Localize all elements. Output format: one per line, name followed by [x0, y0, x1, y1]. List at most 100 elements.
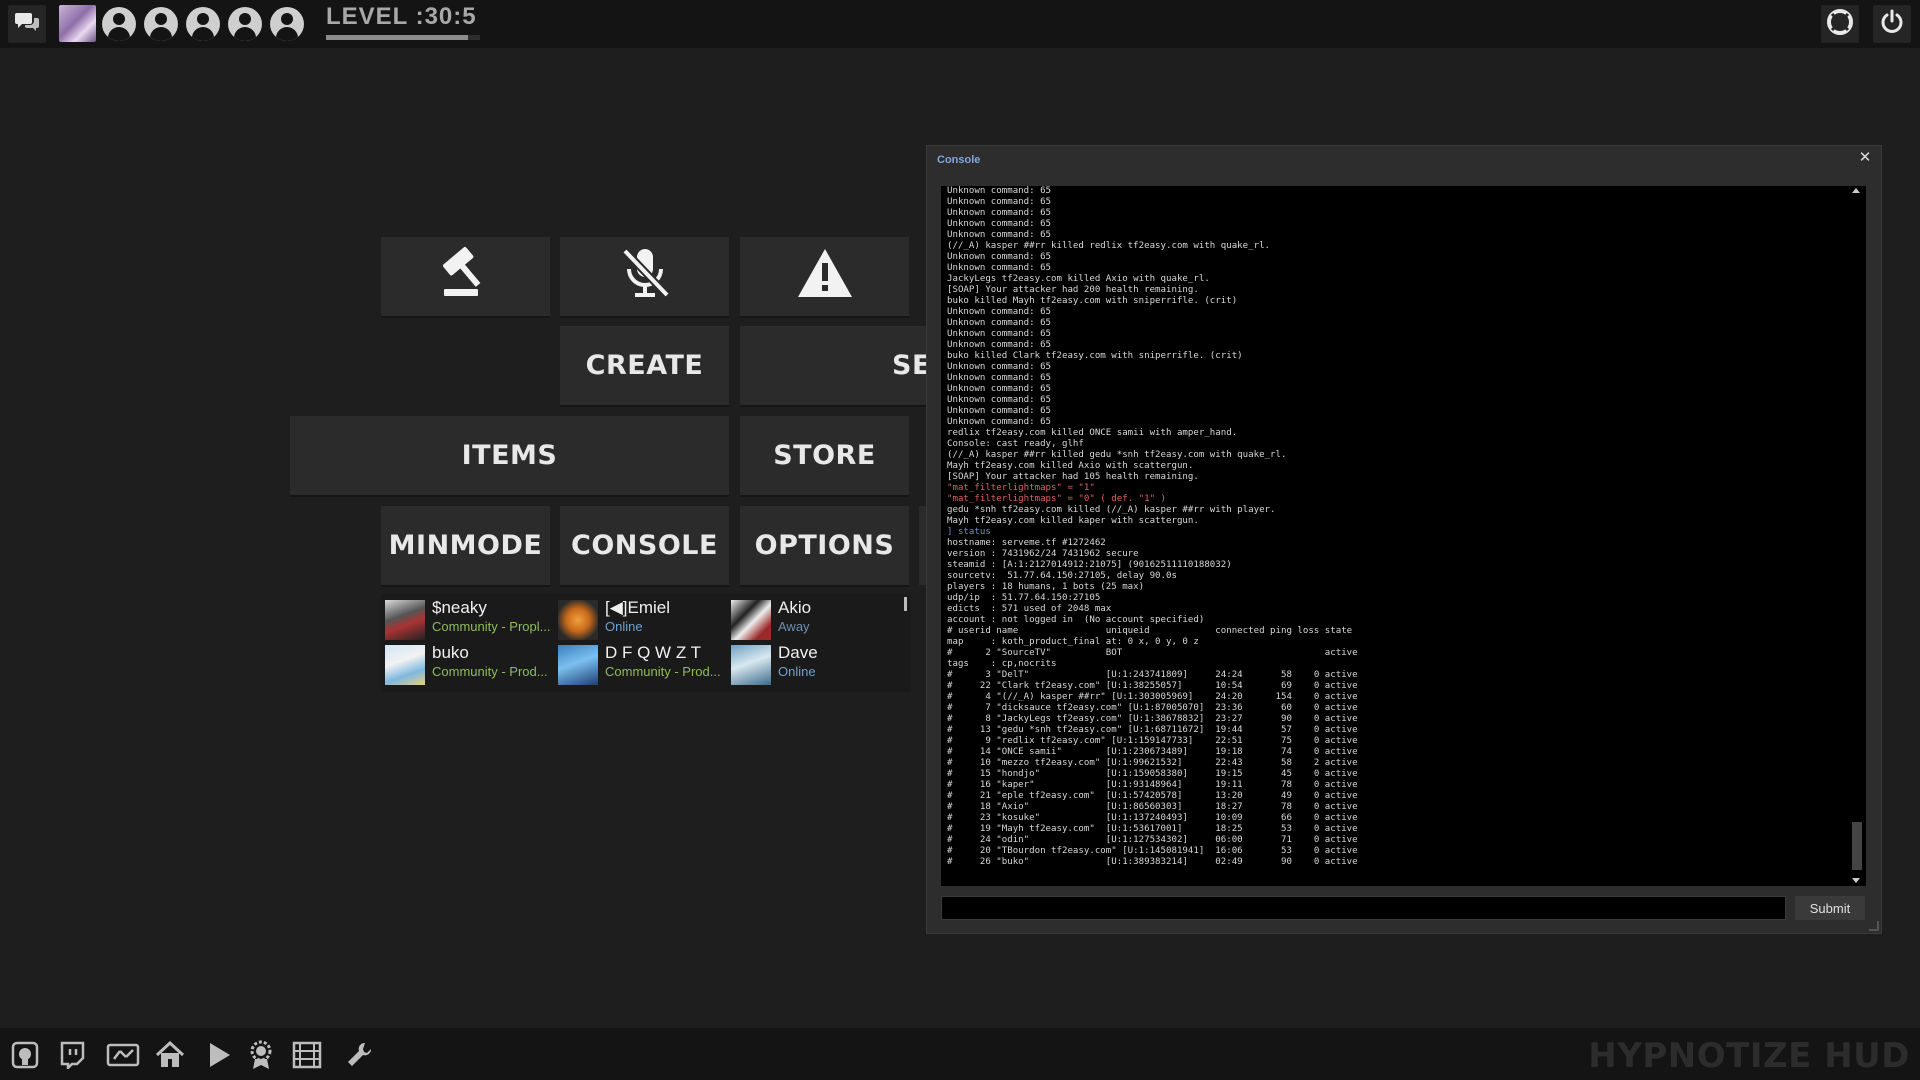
muted-microphone-icon	[615, 245, 675, 308]
bottom-bar: HYPNOTIZE HUD	[0, 1028, 1920, 1080]
warning-button[interactable]	[740, 237, 909, 316]
gavel-icon	[436, 245, 496, 308]
achievements-button[interactable]	[1821, 5, 1859, 43]
console-scrollbar[interactable]	[1848, 186, 1866, 886]
friend-entry[interactable]: $neaky Community - Propl...	[381, 594, 553, 640]
console-line: # 23 "kosuke" [U:1:137240493] 10:09 66 0…	[947, 813, 1358, 823]
console-line: [SOAP] Your attacker had 105 health rema…	[947, 472, 1199, 482]
friend-status: Online	[605, 619, 643, 634]
friends-scrollbar[interactable]	[904, 597, 907, 611]
console-line: # 19 "Mayh tf2easy.com" [U:1:53617001] 1…	[947, 824, 1358, 834]
friend-avatar	[385, 645, 425, 685]
chat-button[interactable]	[8, 5, 46, 43]
console-line: # 9 "redlix tf2easy.com" [U:1:159147733]…	[947, 736, 1358, 746]
friend-avatar	[558, 645, 598, 685]
github-icon[interactable]	[10, 1040, 40, 1070]
console-line: Unknown command: 65	[947, 252, 1052, 262]
party-slot-empty[interactable]	[144, 7, 178, 41]
friend-name: Dave	[778, 643, 818, 662]
wrench-icon[interactable]	[344, 1040, 374, 1070]
console-line: Unknown command: 65	[947, 208, 1052, 218]
report-button[interactable]	[381, 237, 550, 316]
lifebuoy-icon	[1827, 8, 1853, 40]
friend-status: Community - Prod...	[605, 664, 721, 679]
console-line: Unknown command: 65	[947, 307, 1052, 317]
friend-entry[interactable]: [◀]Emiel Online	[554, 594, 726, 640]
player-level: LEVEL :30:5	[326, 3, 477, 30]
party-slot-empty[interactable]	[270, 7, 304, 41]
console-line: sourcetv: 51.77.64.150:27105, delay 90.0…	[947, 571, 1177, 581]
store-button[interactable]: STORE	[740, 416, 909, 495]
console-line: # 13 "gedu *snh tf2easy.com" [U:1:687116…	[947, 725, 1358, 735]
console-line: "mat_filterlightmaps" = "0" ( def. "1" )	[947, 494, 1166, 504]
console-line: # 22 "Clark tf2easy.com" [U:1:38255057] …	[947, 681, 1358, 691]
friend-entry[interactable]: buko Community - Prod...	[381, 639, 553, 685]
friends-list: $neaky Community - Propl... [◀]Emiel Onl…	[381, 594, 911, 692]
home-icon[interactable]	[155, 1040, 185, 1070]
friend-status: Away	[778, 619, 810, 634]
options-button[interactable]: OPTIONS	[740, 506, 909, 585]
hud-brand-watermark: HYPNOTIZE HUD	[1588, 1036, 1910, 1076]
server-browser-icon[interactable]	[106, 1040, 140, 1070]
party-slot-empty[interactable]	[228, 7, 262, 41]
mute-voice-button[interactable]	[560, 237, 729, 316]
friend-name: buko	[432, 643, 469, 662]
console-line: [SOAP] Your attacker had 200 health rema…	[947, 285, 1199, 295]
friend-status: Online	[778, 664, 816, 679]
create-server-button[interactable]: CREATE	[560, 326, 729, 405]
power-icon	[1879, 9, 1905, 40]
scroll-down-arrow-icon[interactable]	[1852, 878, 1860, 883]
scrollbar-thumb[interactable]	[1852, 822, 1862, 870]
console-line: # 14 "ONCE samii" [U:1:230673489] 19:18 …	[947, 747, 1358, 757]
console-line: Unknown command: 65	[947, 318, 1052, 328]
resize-grip-icon[interactable]	[1869, 921, 1879, 931]
friend-status: Community - Prod...	[432, 664, 548, 679]
party-slot-empty[interactable]	[102, 7, 136, 41]
friend-entry[interactable]: D F Q W Z T Community - Prod...	[554, 639, 726, 685]
console-window: Console ✕ Unknown command: 65 Unknown com…	[926, 145, 1882, 934]
level-progress-fill	[326, 35, 468, 40]
console-line: Unknown command: 65	[947, 406, 1052, 416]
console-line: (//_A) kasper ##rr killed gedu *snh tf2e…	[947, 450, 1287, 460]
console-command-input[interactable]	[941, 896, 1786, 920]
play-icon[interactable]	[204, 1040, 234, 1070]
server-browser-button[interactable]: SE	[740, 326, 926, 405]
items-button[interactable]: ITEMS	[290, 416, 729, 495]
friend-entry[interactable]: Akio Away	[727, 594, 899, 640]
console-line: # 7 "dicksauce tf2easy.com" [U:1:8700507…	[947, 703, 1358, 713]
quit-button[interactable]	[1873, 5, 1911, 43]
console-line: JackyLegs tf2easy.com killed Axio with q…	[947, 274, 1210, 284]
friend-avatar	[558, 600, 598, 640]
console-line: "mat_filterlightmaps" = "1"	[947, 483, 1095, 493]
console-button[interactable]: CONSOLE	[560, 506, 729, 585]
player-avatar[interactable]	[59, 5, 96, 42]
level-progress-bar	[326, 35, 480, 40]
console-line: Unknown command: 65	[947, 384, 1052, 394]
console-line: account : not logged in (No account spec…	[947, 615, 1205, 625]
friend-name: Akio	[778, 598, 812, 617]
friend-entry[interactable]: Dave Online	[727, 639, 899, 685]
film-icon[interactable]	[292, 1040, 322, 1070]
console-line: # 10 "mezzo tf2easy.com" [U:1:99621532] …	[947, 758, 1358, 768]
friend-name: [◀]Emiel	[605, 598, 671, 617]
console-line: edicts : 571 used of 2048 max	[947, 604, 1112, 614]
minmode-button[interactable]: MINMODE	[381, 506, 550, 585]
console-line: Unknown command: 65	[947, 329, 1052, 339]
console-output[interactable]: Unknown command: 65 Unknown command: 65 Un…	[941, 186, 1866, 886]
menu-tile-partial	[919, 506, 926, 585]
party-slot-empty[interactable]	[186, 7, 220, 41]
console-line: Unknown command: 65	[947, 186, 1052, 196]
console-line: buko killed Mayh tf2easy.com with sniper…	[947, 296, 1238, 306]
submit-button[interactable]: Submit	[1795, 896, 1865, 920]
close-icon[interactable]: ✕	[1857, 150, 1873, 166]
console-line: # 3 "DelT" [U:1:243741809] 24:24 58 0 ac…	[947, 670, 1358, 680]
console-line: gedu *snh tf2easy.com killed (//_A) kasp…	[947, 505, 1276, 515]
achievement-ribbon-icon[interactable]	[246, 1040, 276, 1070]
warning-icon	[795, 245, 855, 308]
console-line: Unknown command: 65	[947, 263, 1052, 273]
scroll-up-arrow-icon[interactable]	[1852, 188, 1860, 193]
console-line: # 8 "JackyLegs tf2easy.com" [U:1:3867883…	[947, 714, 1358, 724]
friend-avatar	[731, 645, 771, 685]
twitch-icon[interactable]	[57, 1040, 87, 1070]
console-line: Unknown command: 65	[947, 362, 1052, 372]
